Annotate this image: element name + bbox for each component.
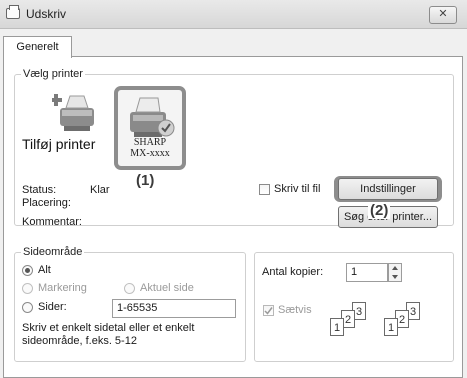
page-range-legend: Sideområde (21, 246, 85, 258)
collate-label: Sætvis (278, 304, 312, 316)
add-printer-icon (52, 94, 94, 131)
sharp-label-line2: MX-xxxx (130, 148, 170, 159)
callout-1: (1) (134, 172, 157, 189)
status-label: Status: (22, 184, 57, 196)
location-label: Placering: (22, 197, 71, 209)
radio-pages[interactable] (22, 302, 33, 313)
page-range-help-line2: sideområde, f.eks. 5-12 (22, 335, 137, 347)
select-printer-legend: Vælg printer (21, 68, 85, 80)
radio-pages-label: Sider: (38, 301, 67, 313)
status-value: Klar (90, 184, 110, 196)
close-button[interactable]: ✕ (429, 6, 457, 24)
print-to-file-checkbox[interactable] (259, 184, 270, 195)
sharp-label-line1: SHARP (133, 137, 167, 148)
comment-label: Kommentar: (22, 216, 82, 228)
close-icon: ✕ (438, 8, 448, 20)
radio-selection-label: Markering (38, 282, 87, 294)
print-to-file-label: Skriv til fil (274, 183, 321, 195)
sharp-printer-label: SHARP MX-xxxx (116, 137, 184, 159)
radio-current-page[interactable] (124, 283, 135, 294)
collate-pages-icon-2: 3 2 1 (384, 302, 428, 340)
radio-all-label: Alt (38, 264, 51, 276)
tab-general[interactable]: Generelt (3, 36, 72, 58)
copies-input[interactable]: 1 (346, 263, 388, 282)
settings-button[interactable]: Indstillinger (338, 178, 438, 200)
pages-input[interactable]: 1-65535 (112, 299, 236, 318)
window-title: Udskriv (26, 7, 67, 21)
collate-pages-icon-1: 3 2 1 (330, 302, 374, 340)
page-range-help-line1: Skriv et enkelt sidetal eller et enkelt (22, 322, 195, 334)
collate-page-1: 1 (330, 318, 344, 336)
copies-label: Antal kopier: (262, 266, 324, 278)
printer-window-icon (6, 5, 20, 19)
collate-page-1: 1 (384, 318, 398, 336)
check-icon (264, 307, 273, 315)
radio-selection[interactable] (22, 283, 33, 294)
radio-all[interactable] (22, 265, 33, 276)
radio-current-page-label: Aktuel side (140, 282, 194, 294)
collate-checkbox[interactable] (263, 305, 274, 316)
printer-icon (130, 97, 175, 137)
copies-stepper[interactable] (388, 263, 402, 282)
title-bar: Udskriv ✕ (0, 0, 467, 29)
add-printer-label: Tilføj printer (22, 136, 96, 152)
callout-2: (2) (368, 202, 391, 219)
